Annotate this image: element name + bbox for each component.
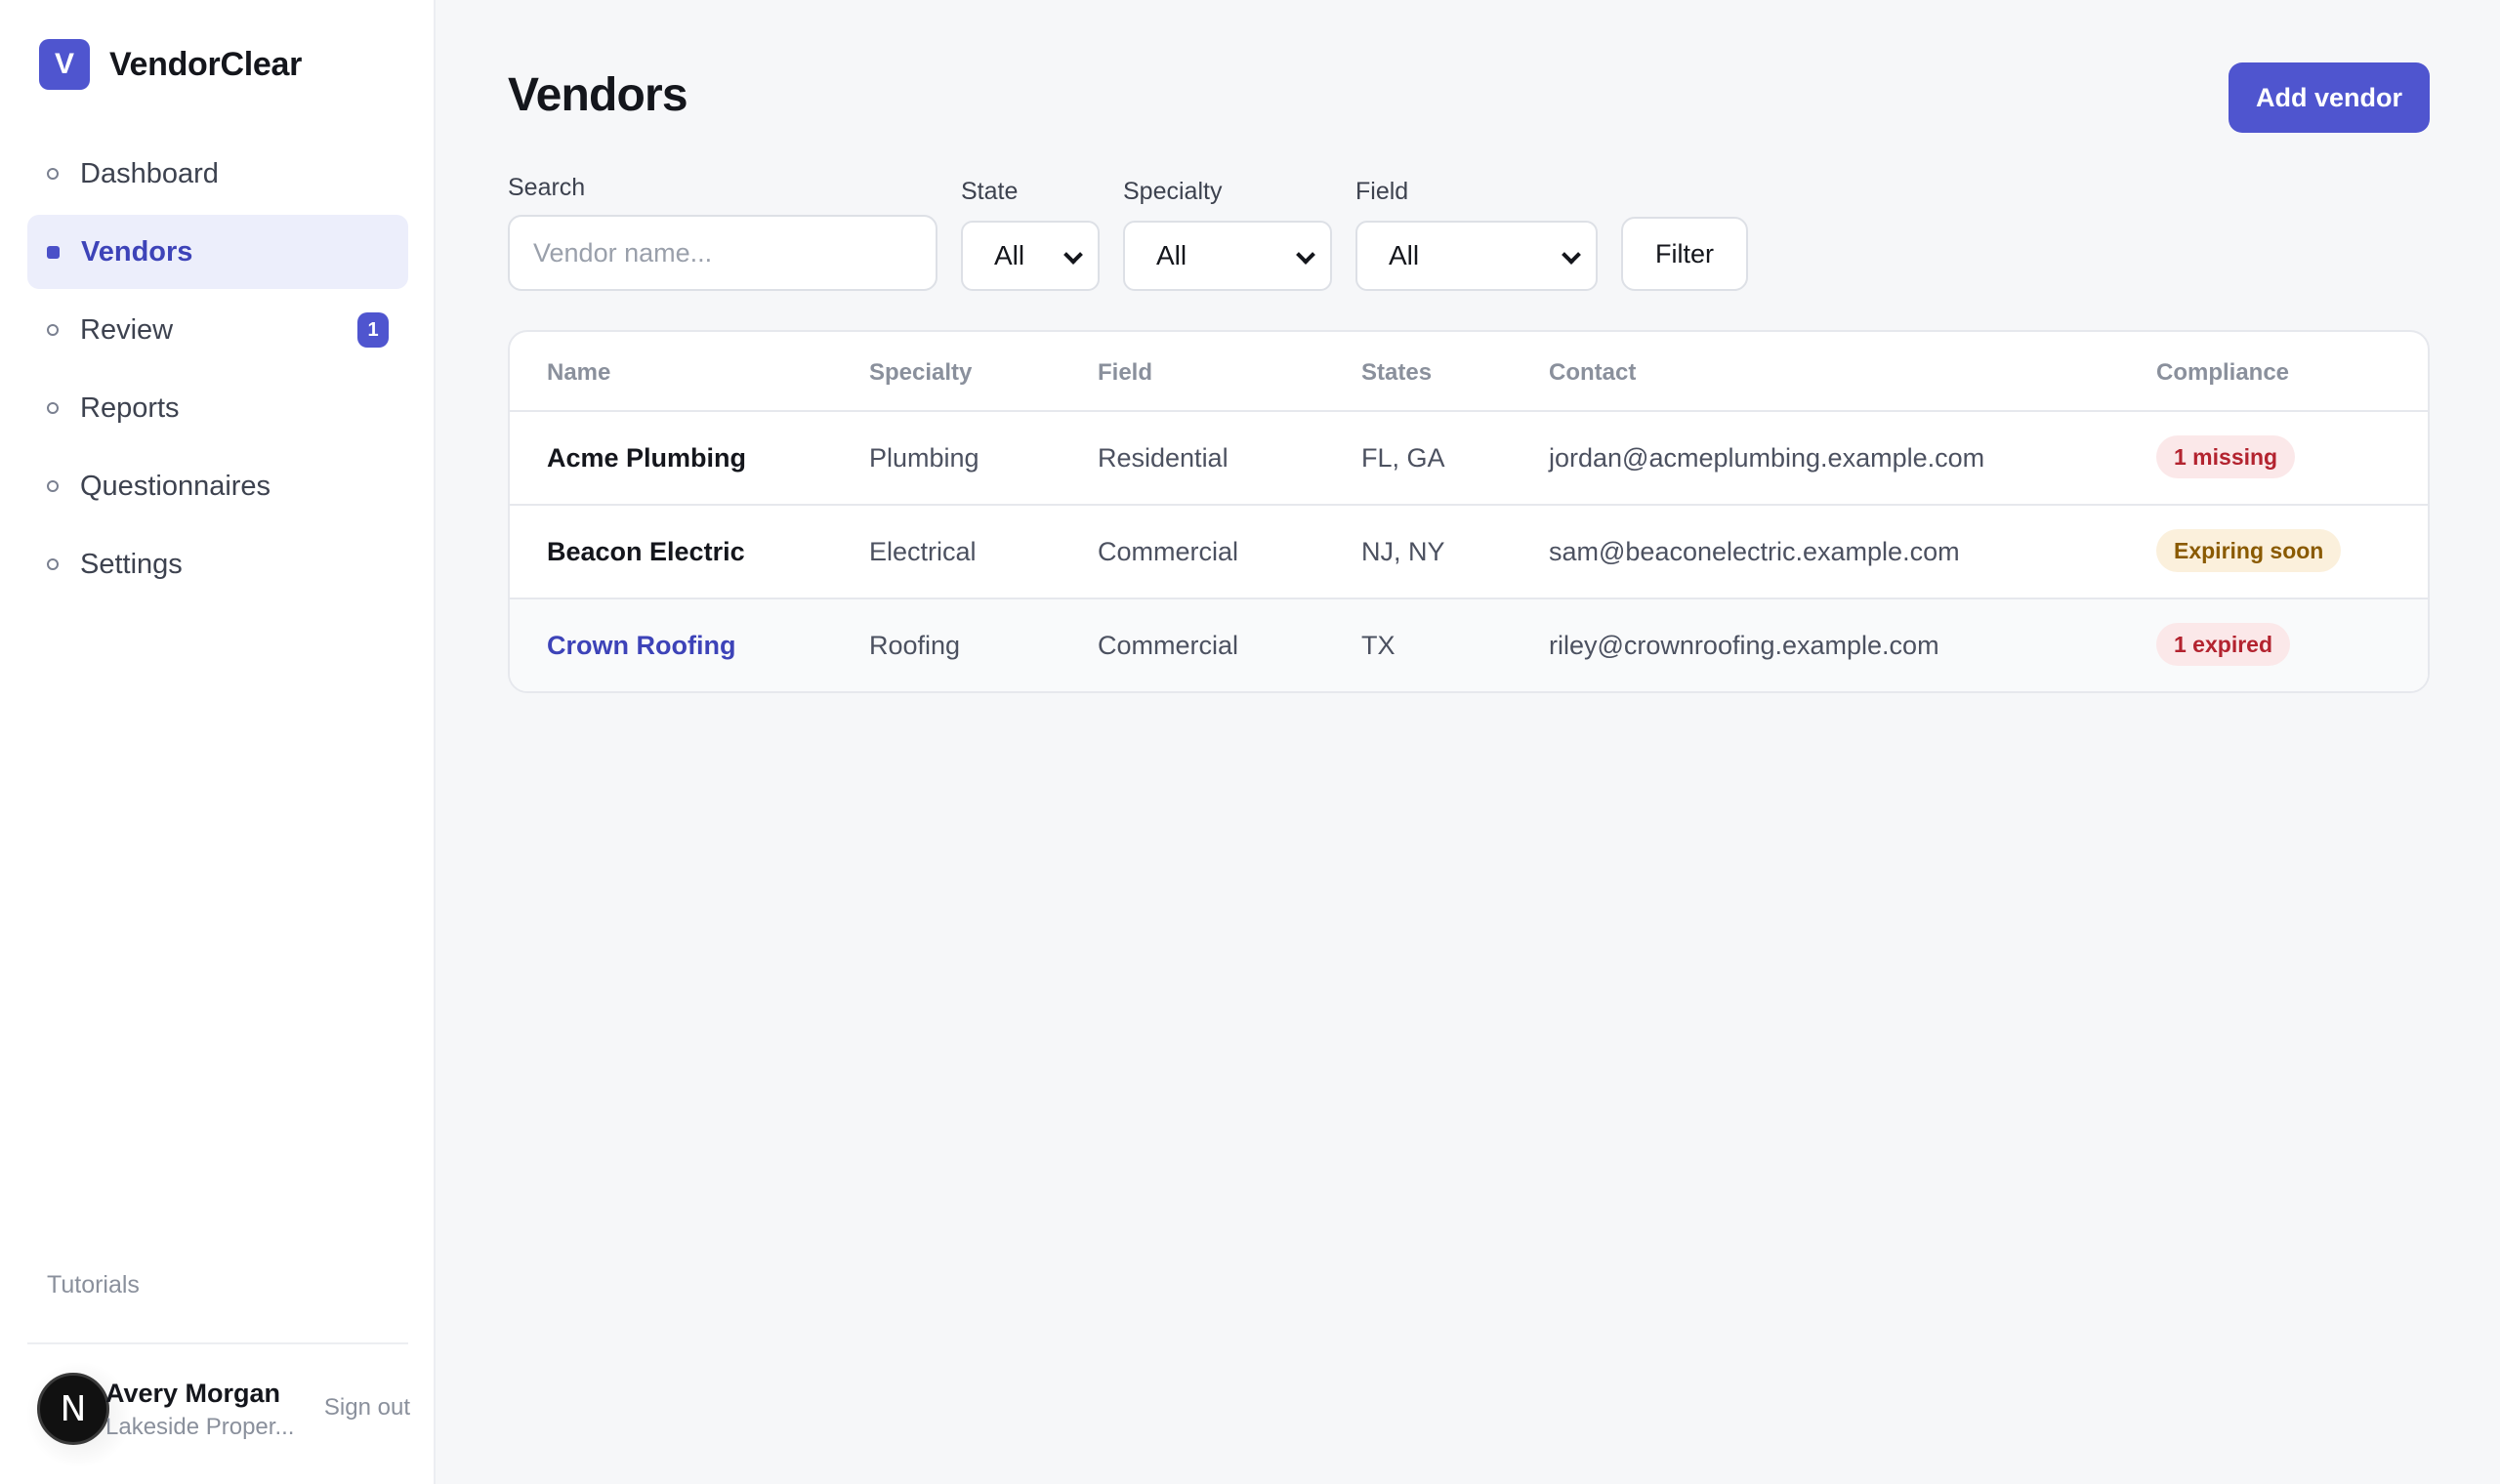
sidebar-item-label: Dashboard <box>80 157 219 189</box>
sidebar-item-questionnaires[interactable]: Questionnaires <box>27 449 408 523</box>
vendor-states: TX <box>1361 631 1396 660</box>
user-name: Avery Morgan <box>105 1379 281 1408</box>
vendor-states: NJ, NY <box>1361 537 1445 566</box>
review-count-badge: 1 <box>357 312 389 348</box>
vendor-name[interactable]: Acme Plumbing <box>547 443 746 474</box>
vendor-contact: sam@beaconelectric.example.com <box>1549 537 1960 566</box>
sidebar-item-label: Questionnaires <box>80 470 271 502</box>
state-select-value: All <box>994 240 1025 270</box>
field-select[interactable]: All <box>1355 221 1598 291</box>
column-header-specialty[interactable]: Specialty <box>869 359 972 387</box>
field-label: Field <box>1355 178 1409 205</box>
vendor-states: FL, GA <box>1361 443 1445 473</box>
app-root: V VendorClear Dashboard Vendors Review 1… <box>0 0 2500 1484</box>
sidebar: V VendorClear Dashboard Vendors Review 1… <box>0 0 436 1484</box>
search-label: Search <box>508 174 586 201</box>
sign-out-link[interactable]: Sign out <box>324 1394 410 1422</box>
column-header-field[interactable]: Field <box>1098 359 1152 387</box>
circle-icon <box>47 402 59 414</box>
vendor-field: Commercial <box>1098 631 1239 660</box>
sidebar-item-review[interactable]: Review 1 <box>27 293 408 367</box>
vendor-field: Residential <box>1098 443 1229 473</box>
compliance-status-badge: 1 expired <box>2156 623 2290 666</box>
vendor-specialty: Plumbing <box>869 443 979 473</box>
column-header-compliance[interactable]: Compliance <box>2156 359 2289 387</box>
table-row[interactable]: Acme Plumbing Plumbing Residential FL, G… <box>510 412 2428 506</box>
chevron-down-icon <box>1063 245 1083 265</box>
sidebar-item-label: Settings <box>80 548 183 580</box>
vendor-contact: riley@crownroofing.example.com <box>1549 631 1939 660</box>
chevron-down-icon <box>1296 245 1315 265</box>
avatar[interactable]: N <box>37 1373 109 1445</box>
sidebar-item-vendors[interactable]: Vendors <box>27 215 408 289</box>
sidebar-nav: Dashboard Vendors Review 1 Reports Quest… <box>27 137 408 605</box>
sidebar-item-settings[interactable]: Settings <box>27 527 408 601</box>
filter-button[interactable]: Filter <box>1621 217 1748 291</box>
brand[interactable]: V VendorClear <box>39 39 302 90</box>
circle-icon <box>47 480 59 492</box>
tutorials-link[interactable]: Tutorials <box>47 1271 140 1299</box>
sidebar-item-label: Vendors <box>81 235 193 268</box>
sidebar-item-dashboard[interactable]: Dashboard <box>27 137 408 211</box>
brand-logo: V <box>39 39 90 90</box>
vendor-specialty: Electrical <box>869 537 977 566</box>
search-input[interactable] <box>508 215 938 291</box>
vendor-specialty: Roofing <box>869 631 961 660</box>
sidebar-item-label: Review <box>80 313 174 346</box>
specialty-select[interactable]: All <box>1123 221 1332 291</box>
sidebar-divider <box>27 1342 408 1344</box>
sidebar-item-label: Reports <box>80 392 180 424</box>
user-profile: N Avery Morgan Lakeside Proper... Sign o… <box>25 1361 410 1468</box>
table-row[interactable]: Crown Roofing Roofing Commercial TX rile… <box>510 599 2428 691</box>
specialty-label: Specialty <box>1123 178 1223 205</box>
vendors-table: Name Specialty Field States Contact Comp… <box>508 330 2430 693</box>
user-organization: Lakeside Proper... <box>105 1414 295 1440</box>
state-label: State <box>961 178 1019 205</box>
table-header: Name Specialty Field States Contact Comp… <box>510 332 2428 412</box>
circle-icon <box>47 168 59 180</box>
main-content: Vendors Add vendor Search State All Spec… <box>436 0 2500 1484</box>
add-vendor-button[interactable]: Add vendor <box>2229 62 2430 133</box>
field-select-value: All <box>1389 240 1420 270</box>
state-select[interactable]: All <box>961 221 1100 291</box>
chevron-down-icon <box>1562 245 1581 265</box>
compliance-status-badge: Expiring soon <box>2156 529 2342 572</box>
vendor-name[interactable]: Beacon Electric <box>547 537 745 567</box>
column-header-name[interactable]: Name <box>547 359 610 387</box>
table-row[interactable]: Beacon Electric Electrical Commercial NJ… <box>510 506 2428 599</box>
column-header-states[interactable]: States <box>1361 359 1432 387</box>
vendor-contact: jordan@acmeplumbing.example.com <box>1549 443 1985 473</box>
vendor-name[interactable]: Crown Roofing <box>547 631 735 661</box>
column-header-contact[interactable]: Contact <box>1549 359 1636 387</box>
brand-name: VendorClear <box>109 45 302 83</box>
sidebar-item-reports[interactable]: Reports <box>27 371 408 445</box>
circle-icon <box>47 558 59 570</box>
specialty-select-value: All <box>1156 240 1188 270</box>
page-title: Vendors <box>508 69 688 121</box>
compliance-status-badge: 1 missing <box>2156 435 2296 478</box>
vendor-field: Commercial <box>1098 537 1239 566</box>
circle-icon <box>47 324 59 336</box>
square-icon <box>47 245 60 259</box>
